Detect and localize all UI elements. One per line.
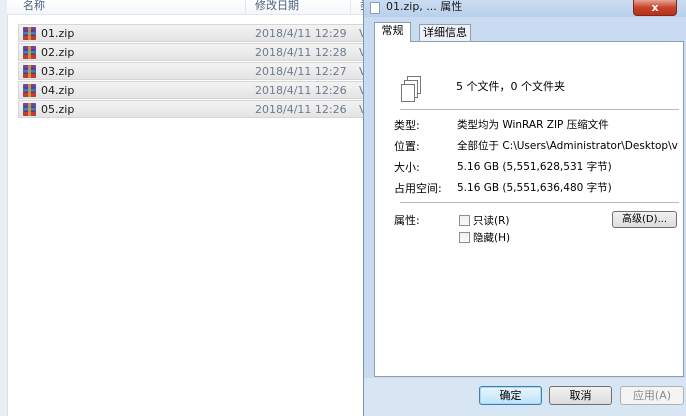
disk-size-label: 占用空间:: [394, 182, 442, 195]
column-name-header[interactable]: 名称: [23, 0, 45, 14]
dialog-title: 01.zip, ... 属性: [386, 0, 463, 13]
close-button[interactable]: x: [633, 0, 677, 16]
hidden-label[interactable]: 隐藏(H): [473, 230, 510, 245]
attributes-label: 属性:: [394, 214, 420, 227]
properties-dialog: 01.zip, ... 属性 x 常规 详细信息 5 个文件，0 个文件夹 类型…: [363, 0, 686, 416]
type-label: 类型:: [394, 119, 420, 132]
hidden-checkbox[interactable]: [459, 232, 470, 243]
file-name: 05.zip: [41, 103, 75, 116]
close-icon: x: [651, 1, 659, 14]
general-tab-panel: 5 个文件，0 个文件夹 类型: 类型均为 WinRAR ZIP 压缩文件 位置…: [374, 41, 684, 377]
multiple-files-icon: [401, 76, 421, 102]
cancel-button[interactable]: 取消: [549, 386, 612, 405]
navigation-pane-edge: [0, 0, 8, 416]
file-name: 02.zip: [41, 46, 75, 59]
file-date: 2018/4/11 12:26: [255, 84, 347, 97]
file-row[interactable]: 05.zip 2018/4/11 12:26 V: [18, 100, 368, 118]
divider: [400, 202, 679, 203]
winrar-archive-icon: [23, 46, 36, 59]
location-label: 位置:: [394, 140, 420, 153]
winrar-archive-icon: [23, 27, 36, 40]
advanced-button[interactable]: 高级(D)...: [612, 211, 677, 228]
file-date: 2018/4/11 12:28: [255, 46, 347, 59]
column-divider[interactable]: [350, 0, 351, 14]
location-value: 全部位于 C:\Users\Administrator\Desktop\v: [457, 140, 678, 152]
disk-size-value: 5.16 GB (5,551,636,480 字节): [457, 182, 612, 194]
file-name: 03.zip: [41, 65, 75, 78]
document-icon: [370, 2, 380, 14]
file-date: 2018/4/11 12:27: [255, 65, 347, 78]
readonly-label[interactable]: 只读(R): [473, 213, 510, 228]
readonly-checkbox[interactable]: [459, 215, 470, 226]
tab-container: 常规 详细信息 5 个文件，0 个文件夹 类型: 类型均为 WinRAR ZIP…: [368, 20, 684, 377]
file-row[interactable]: 04.zip 2018/4/11 12:26 V: [18, 81, 368, 99]
file-name: 04.zip: [41, 84, 75, 97]
type-value: 类型均为 WinRAR ZIP 压缩文件: [457, 119, 609, 131]
size-label: 大小:: [394, 161, 420, 174]
winrar-archive-icon: [23, 65, 36, 78]
dialog-titlebar[interactable]: 01.zip, ... 属性 x: [364, 0, 686, 17]
tab-details[interactable]: 详细信息: [419, 24, 471, 41]
winrar-archive-icon: [23, 84, 36, 97]
apply-button[interactable]: 应用(A): [620, 386, 684, 405]
selection-summary: 5 个文件，0 个文件夹: [456, 80, 565, 93]
file-row[interactable]: 02.zip 2018/4/11 12:28 V: [18, 43, 368, 61]
file-row[interactable]: 01.zip 2018/4/11 12:29 V: [18, 24, 368, 42]
column-divider[interactable]: [245, 0, 246, 14]
size-value: 5.16 GB (5,551,628,531 字节): [457, 161, 612, 173]
file-date: 2018/4/11 12:26: [255, 103, 347, 116]
file-name: 01.zip: [41, 27, 75, 40]
column-date-header[interactable]: 修改日期: [255, 0, 299, 14]
tab-general[interactable]: 常规: [374, 22, 411, 42]
winrar-archive-icon: [23, 103, 36, 116]
file-row[interactable]: 03.zip 2018/4/11 12:27 V: [18, 62, 368, 80]
ok-button[interactable]: 确定: [479, 386, 542, 405]
file-date: 2018/4/11 12:29: [255, 27, 347, 40]
divider: [400, 109, 679, 110]
